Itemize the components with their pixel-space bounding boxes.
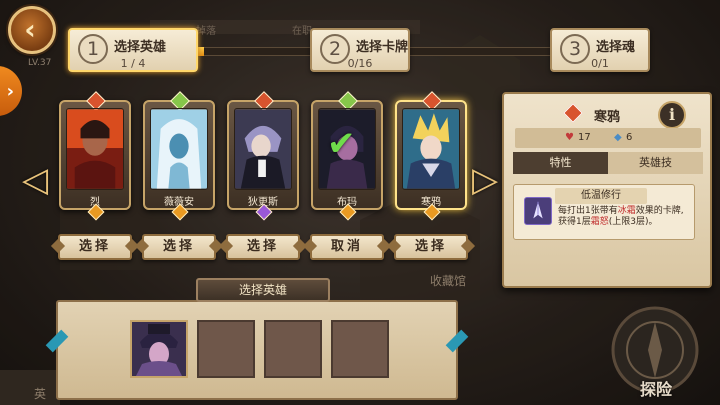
step-select-cards[interactable]: 2 选择卡牌 0/16 <box>310 28 410 72</box>
arrow-right-icon[interactable]: ▷ <box>472 160 498 200</box>
party-slot-4[interactable] <box>331 320 389 378</box>
hero-portrait <box>150 108 208 190</box>
bg-left-button-text: 英 <box>34 387 47 401</box>
step-count: 1 / 4 <box>120 57 146 70</box>
level-text: LV.37 <box>28 58 52 68</box>
trait-keyword: 霜怒 <box>590 217 609 227</box>
energy-value: 6 <box>626 132 633 143</box>
step-count: 0/1 <box>591 57 609 70</box>
hero-portrait <box>402 108 460 190</box>
select-hero-button[interactable]: 选择 <box>142 234 216 260</box>
select-hero-button[interactable]: 选择 <box>394 234 468 260</box>
side-drawer-tab[interactable]: › <box>0 66 22 116</box>
back-arrow-icon: ‹ <box>24 13 36 46</box>
step-title: 选择卡牌 <box>356 40 409 55</box>
select-hero-button[interactable]: 选择 <box>226 234 300 260</box>
hero-card-dickens[interactable]: 狄更斯 <box>227 91 299 221</box>
trait-desc-part: 每打出1张带有 <box>558 206 618 216</box>
step-select-soul[interactable]: 3 选择魂 0/1 <box>550 28 650 72</box>
stat-strip <box>515 128 701 148</box>
party-slot-2[interactable] <box>197 320 255 378</box>
info-button[interactable]: i <box>658 101 686 129</box>
step-title: 选择英雄 <box>114 40 167 55</box>
hero-portrait <box>66 108 124 190</box>
heart-icon: ♥ <box>565 132 574 143</box>
select-hero-button[interactable]: 选择 <box>58 234 132 260</box>
hp-value: 17 <box>578 132 591 143</box>
cancel-hero-button[interactable]: 取消 <box>310 234 384 260</box>
step-title: 选择魂 <box>596 40 636 55</box>
crystal-icon: ◆ <box>614 132 622 143</box>
party-slot-3[interactable] <box>264 320 322 378</box>
back-button[interactable]: ‹ <box>8 6 56 54</box>
chevron-right-icon: › <box>6 80 14 102</box>
arrow-left-icon[interactable]: ◁ <box>22 160 48 200</box>
trait-description: 每打出1张带有冰霜效果的卡牌,获得1层霜怒(上限3层)。 <box>558 206 692 228</box>
trait-keyword: 冰霜 <box>617 206 636 216</box>
bg-label-1: 掉落 <box>196 26 216 37</box>
detail-tabs: 特性 英雄技 <box>513 152 703 174</box>
step-count: 0/16 <box>347 57 373 70</box>
step-select-hero[interactable]: 1 选择英雄 1 / 4 <box>68 28 198 72</box>
hero-card-lie[interactable]: 烈 <box>59 91 131 221</box>
party-tray <box>56 300 458 400</box>
hero-card-bulma[interactable]: ✔ 布玛 <box>311 91 383 221</box>
trait-desc-part: (上限3层)。 <box>608 217 658 227</box>
party-banner: 选择英雄 <box>196 278 330 302</box>
bg-collection-label: 收藏馆 <box>430 274 467 288</box>
hero-portrait <box>132 322 186 376</box>
explore-label[interactable]: 探险 <box>640 376 672 400</box>
party-slot-1[interactable] <box>130 320 188 378</box>
tab-trait[interactable]: 特性 <box>513 152 608 174</box>
hero-portrait <box>234 108 292 190</box>
tab-hero-skill[interactable]: 英雄技 <box>608 152 703 174</box>
checkmark-icon: ✔ <box>327 124 356 164</box>
ice-shard-icon <box>524 197 552 225</box>
trait-name: 低温修行 <box>555 188 647 204</box>
bg-label-2: 在职 <box>292 26 312 37</box>
hero-card-hanya[interactable]: 寒鸦 <box>395 91 467 221</box>
hero-card-vivian[interactable]: 薇薇安 <box>143 91 215 221</box>
